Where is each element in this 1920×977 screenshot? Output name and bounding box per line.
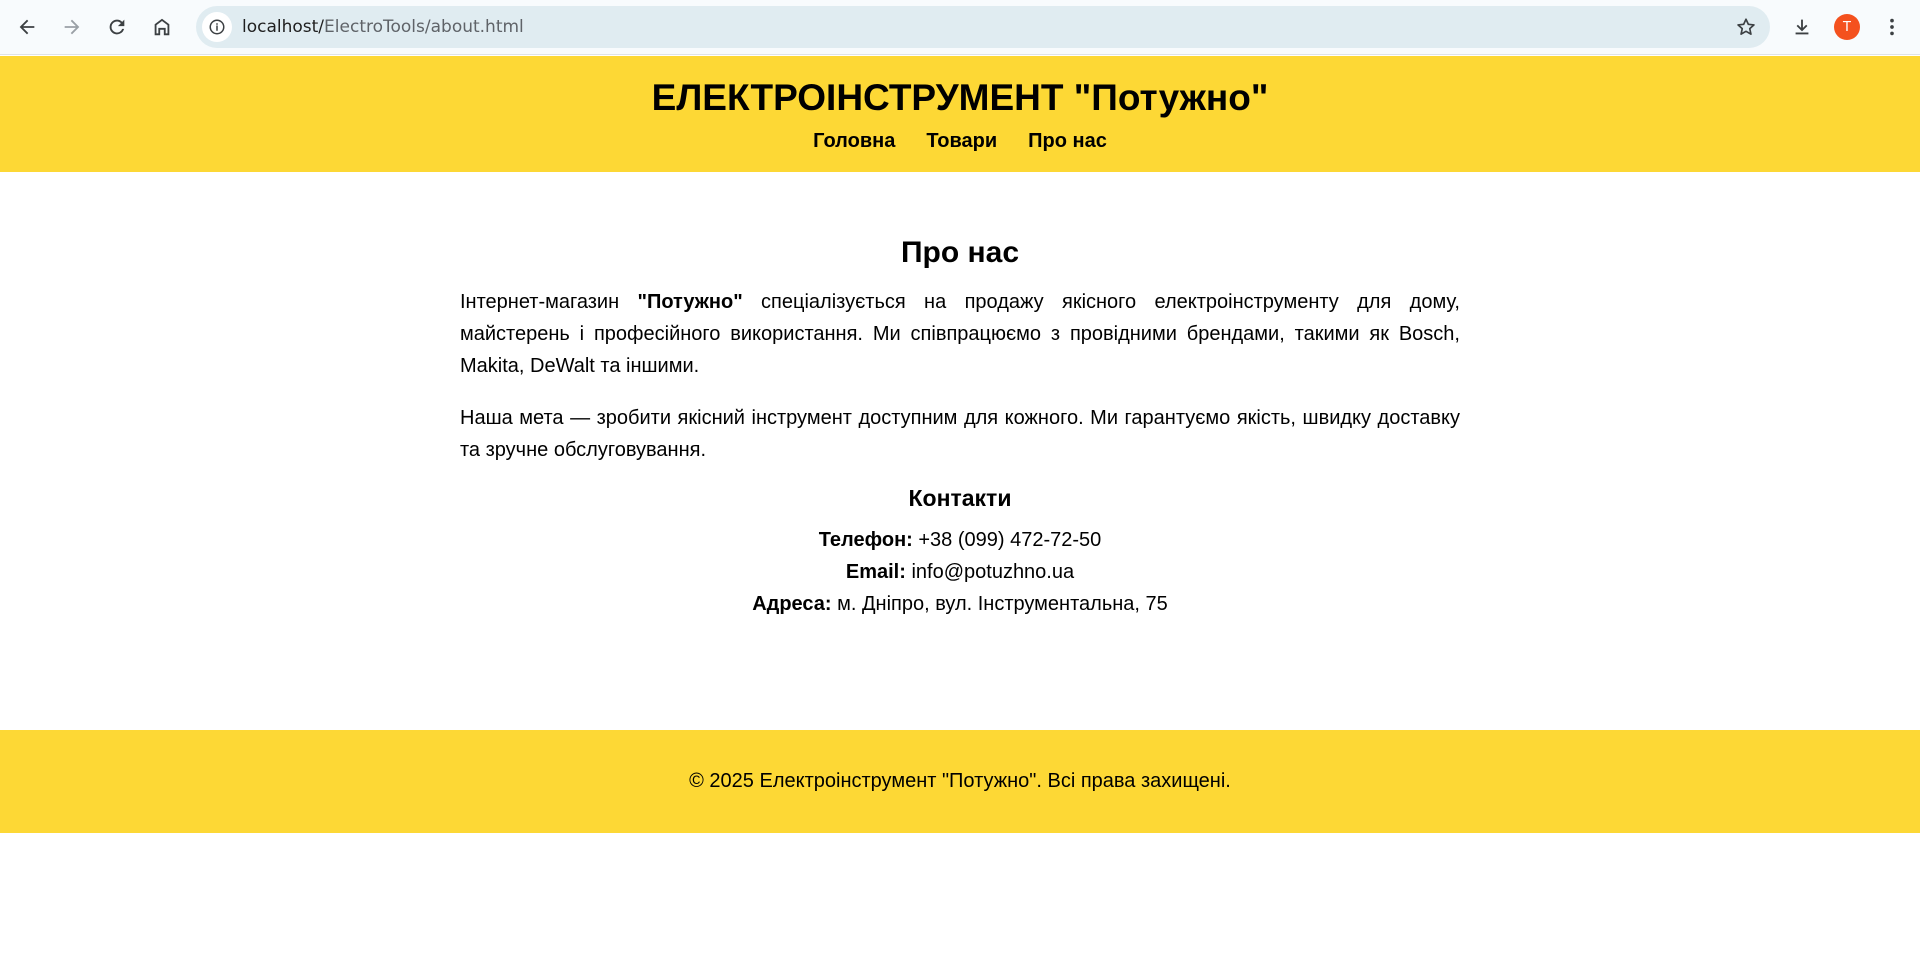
email-label: Email: <box>845 561 906 583</box>
site-title: ЕЛЕКТРОІНСТРУМЕНТ "Потужно" <box>651 77 1269 118</box>
brand-name: "Потужно" <box>637 291 743 313</box>
nav-link-about[interactable]: Про нас <box>1028 128 1107 154</box>
contact-phone: Телефон: +38 (099) 472-72-50 <box>460 524 1460 556</box>
contact-email: Email: info@potuzhno.ua <box>460 556 1460 588</box>
reload-icon <box>109 19 125 35</box>
nav-link-home[interactable]: Головна <box>813 128 895 154</box>
forward-icon <box>64 19 80 35</box>
url-host: localhost/ <box>242 17 325 37</box>
back-icon <box>19 19 35 35</box>
menu-button[interactable] <box>1874 9 1910 45</box>
contacts-list: Телефон: +38 (099) 472-72-50 Email: info… <box>460 524 1460 620</box>
bookmark-star-icon[interactable] <box>1734 15 1758 39</box>
download-icon <box>1795 19 1809 35</box>
url-path: ElectroTools/about.html <box>324 17 524 37</box>
home-icon <box>154 18 170 36</box>
address-value: м. Дніпро, вул. Інструментальна, 75 <box>831 593 1168 615</box>
home-button[interactable] <box>144 9 180 45</box>
site-footer: © 2025 Електроінструмент "Потужно". Всі … <box>0 730 1920 833</box>
forward-button[interactable] <box>54 9 90 45</box>
nav-link-products[interactable]: Товари <box>926 128 997 154</box>
about-paragraph-2: Наша мета — зробити якісний інструмент д… <box>460 407 1460 461</box>
site-header: ЕЛЕКТРОІНСТРУМЕНТ "Потужно" Головна Това… <box>0 56 1920 172</box>
url-text[interactable]: localhost/ElectroTools/about.html <box>242 6 524 48</box>
profile-avatar[interactable]: T <box>1834 14 1860 40</box>
contact-address: Адреса: м. Дніпро, вул. Інструментальна,… <box>460 588 1460 620</box>
footer-copyright: © 2025 Електроінструмент "Потужно". Всі … <box>689 770 1231 792</box>
phone-label: Телефон: <box>818 529 913 551</box>
address-bar[interactable]: localhost/ElectroTools/about.html <box>196 6 1770 48</box>
address-label: Адреса: <box>752 593 832 615</box>
contacts-heading: Контакти <box>908 485 1012 511</box>
browser-toolbar: localhost/ElectroTools/about.html T <box>0 0 1920 55</box>
email-value: info@potuzhno.ua <box>905 561 1075 583</box>
about-section: Про нас Інтернет-магазин "Потужно" спеці… <box>460 230 1460 620</box>
phone-value: +38 (099) 472-72-50 <box>912 529 1102 551</box>
back-button[interactable] <box>9 9 45 45</box>
site-info-icon[interactable] <box>202 12 232 42</box>
reload-button[interactable] <box>99 9 135 45</box>
about-paragraph-1: Інтернет-магазин "Потужно" спеціалізуєть… <box>460 286 1460 382</box>
about-p1-before: Інтернет-магазин <box>460 291 638 313</box>
page-title: Про нас <box>900 236 1020 269</box>
main-nav: Головна Товари Про нас <box>0 128 1920 154</box>
download-button[interactable] <box>1784 9 1820 45</box>
menu-dots-icon <box>1890 18 1894 36</box>
